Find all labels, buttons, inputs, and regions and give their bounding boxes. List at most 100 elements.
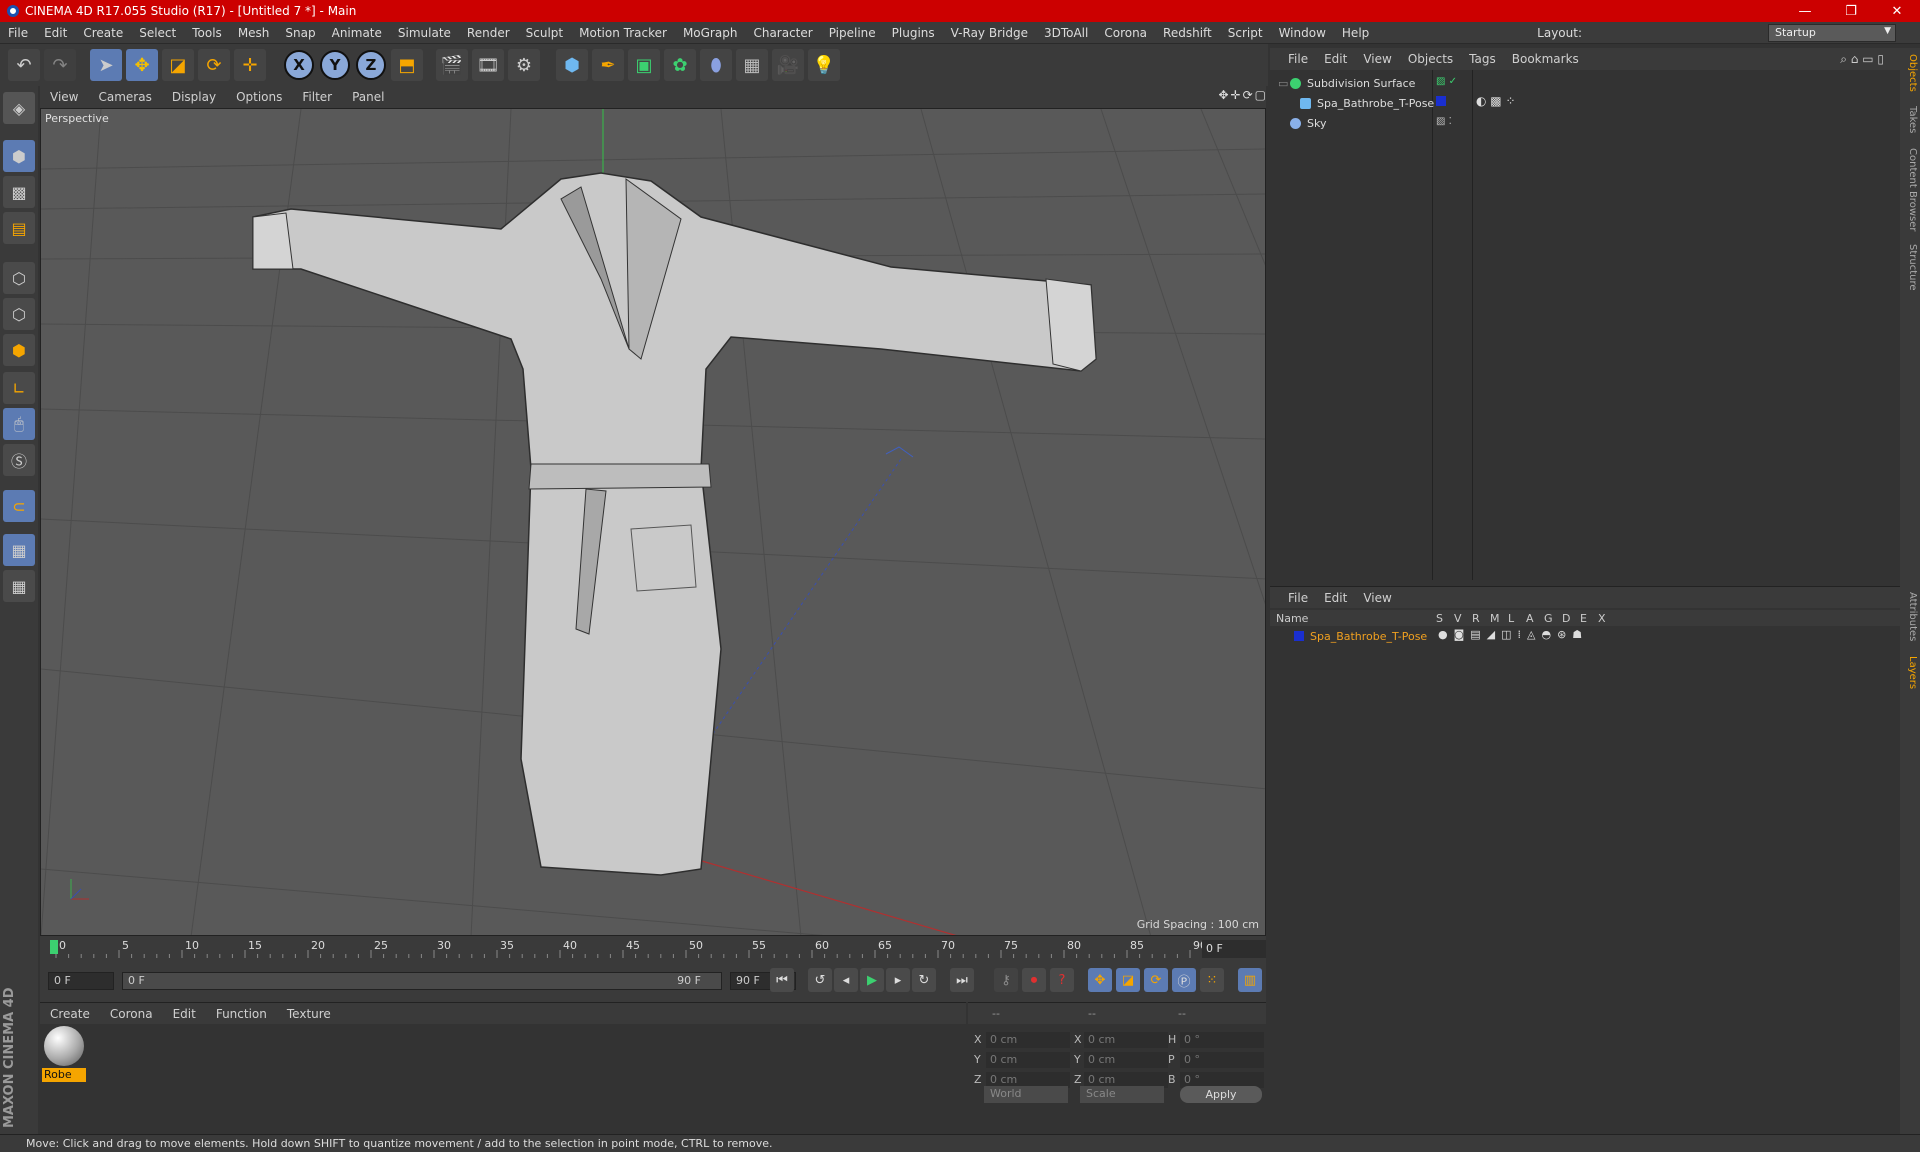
goto-next-key-button[interactable]: ↻	[912, 968, 936, 992]
object-menu-edit[interactable]: Edit	[1316, 52, 1355, 66]
viewport-menu-display[interactable]: Display	[162, 90, 226, 104]
current-frame-field[interactable]: 0 F	[1202, 940, 1266, 958]
layer-col-solo[interactable]: S	[1436, 612, 1443, 625]
menu-3dtoall[interactable]: 3DToAll	[1036, 26, 1096, 40]
material-menu-corona[interactable]: Corona	[100, 1007, 163, 1021]
material-menu-edit[interactable]: Edit	[163, 1007, 206, 1021]
layer-col-expressions[interactable]: E	[1580, 612, 1587, 625]
menu-redshift[interactable]: Redshift	[1155, 26, 1220, 40]
menu-plugins[interactable]: Plugins	[884, 26, 943, 40]
close-button[interactable]: ✕	[1874, 0, 1920, 22]
viewport-nav-icons[interactable]: ✥✛⟳▢	[1218, 88, 1268, 102]
layer-toggle-icons[interactable]: ●◙▤◢◫⁞◬◓⊛☗	[1438, 628, 1588, 641]
menu-help[interactable]: Help	[1334, 26, 1377, 40]
menu-mograph[interactable]: MoGraph	[675, 26, 746, 40]
material-menu-create[interactable]: Create	[40, 1007, 100, 1021]
layer-color-swatch[interactable]	[1294, 631, 1304, 641]
magnet-button[interactable]: ⊂	[3, 490, 35, 522]
layer-col-generators[interactable]: G	[1544, 612, 1553, 625]
x-axis-button[interactable]: X	[283, 49, 315, 81]
tab-takes[interactable]: Takes	[1902, 106, 1918, 133]
menu-file[interactable]: File	[0, 26, 36, 40]
maximize-button[interactable]: ❐	[1828, 0, 1874, 22]
layer-col-render[interactable]: R	[1472, 612, 1480, 625]
minimize-button[interactable]: —	[1782, 0, 1828, 22]
lock-workplane-button[interactable]: ▦	[3, 534, 35, 566]
menu-script[interactable]: Script	[1220, 26, 1271, 40]
menu-snap[interactable]: Snap	[277, 26, 323, 40]
layer-menu-edit[interactable]: Edit	[1316, 591, 1355, 605]
planar-workplane-button[interactable]: ▦	[3, 570, 35, 602]
menu-motion-tracker[interactable]: Motion Tracker	[571, 26, 675, 40]
viewport-menu-panel[interactable]: Panel	[342, 90, 394, 104]
perspective-viewport[interactable]: Perspective Grid Spacing : 100 cm	[40, 108, 1266, 936]
tab-attributes[interactable]: Attributes	[1902, 592, 1918, 641]
menu-vray-bridge[interactable]: V-Ray Bridge	[943, 26, 1036, 40]
position-y-field[interactable]: 0 cm	[986, 1052, 1070, 1068]
rotation-p-field[interactable]: 0 °	[1180, 1052, 1264, 1068]
keyframe-selection-button[interactable]: ?	[1050, 968, 1074, 992]
texture-mode-button[interactable]: ▩	[3, 176, 35, 208]
layer-row[interactable]: Spa_Bathrobe_T-Pose	[1276, 628, 1427, 644]
layer-col-xref[interactable]: X	[1598, 612, 1606, 625]
move-tool-button[interactable]: ✥	[126, 49, 158, 81]
add-deformer-button[interactable]: ⬮	[700, 49, 732, 81]
playhead-marker[interactable]	[50, 940, 58, 954]
timeline-ruler[interactable]: 0 5 10 15 20 25 30 35 40 45 50 55 60 65 …	[40, 936, 1266, 960]
material-tag-icon[interactable]: ◐ ▩ ⁘	[1476, 94, 1516, 108]
polygons-mode-button[interactable]: ⬢	[3, 334, 35, 366]
menu-edit[interactable]: Edit	[36, 26, 75, 40]
model-mode-button[interactable]: ⬢	[3, 140, 35, 172]
material-name-label[interactable]: Robe	[42, 1068, 86, 1082]
render-view-button[interactable]: 🎬	[436, 49, 468, 81]
key-parameter-button[interactable]: Ⓟ	[1172, 968, 1196, 992]
viewport-menu-options[interactable]: Options	[226, 90, 292, 104]
coordinate-system-button[interactable]: ⬒	[391, 49, 423, 81]
collapse-icon[interactable]: ▭	[1278, 77, 1290, 90]
size-mode-select[interactable]: Scale	[1080, 1086, 1164, 1103]
apply-button[interactable]: Apply	[1180, 1086, 1262, 1103]
layer-col-animation[interactable]: A	[1526, 612, 1534, 625]
add-array-button[interactable]: ✿	[664, 49, 696, 81]
menu-select[interactable]: Select	[131, 26, 184, 40]
menu-character[interactable]: Character	[745, 26, 820, 40]
key-position-button[interactable]: ✥	[1088, 968, 1112, 992]
key-pla-button[interactable]: ⁙	[1200, 968, 1224, 992]
size-x-field[interactable]: 0 cm	[1084, 1032, 1168, 1048]
viewport-menu-filter[interactable]: Filter	[292, 90, 342, 104]
menu-tools[interactable]: Tools	[184, 26, 230, 40]
goto-end-button[interactable]: ⏭	[950, 968, 974, 992]
layer-menu-view[interactable]: View	[1355, 591, 1399, 605]
menu-simulate[interactable]: Simulate	[390, 26, 459, 40]
snap-button[interactable]: Ⓢ	[3, 444, 35, 476]
menu-window[interactable]: Window	[1271, 26, 1334, 40]
axis-mode-button[interactable]: ∟	[3, 372, 35, 404]
add-cube-button[interactable]: ⬢	[556, 49, 588, 81]
edges-mode-button[interactable]: ⬡	[3, 298, 35, 330]
object-menu-file[interactable]: File	[1270, 52, 1316, 66]
layer-col-manager[interactable]: M	[1490, 612, 1500, 625]
object-row-sky[interactable]: Sky	[1278, 114, 1326, 132]
live-selection-button[interactable]: ➤	[90, 49, 122, 81]
object-row-bathrobe[interactable]: Spa_Bathrobe_T-Pose	[1300, 94, 1434, 112]
layout-select[interactable]: Startup ▼	[1768, 24, 1896, 42]
layer-col-view[interactable]: V	[1454, 612, 1462, 625]
rotate-tool-button[interactable]: ⟳	[198, 49, 230, 81]
menu-pipeline[interactable]: Pipeline	[821, 26, 884, 40]
prev-frame-button[interactable]: ◂	[834, 968, 858, 992]
points-mode-button[interactable]: ⬡	[3, 262, 35, 294]
checkmark-icon[interactable]: ▨ ✓	[1436, 76, 1457, 87]
menu-sculpt[interactable]: Sculpt	[518, 26, 571, 40]
transform-tool-button[interactable]: ✛	[234, 49, 266, 81]
undo-button[interactable]: ↶	[8, 49, 40, 81]
tab-objects[interactable]: Objects	[1902, 54, 1918, 92]
autokey-button[interactable]: ⏺	[1022, 968, 1046, 992]
add-camera-button[interactable]: 🎥	[772, 49, 804, 81]
layer-menu-file[interactable]: File	[1270, 591, 1316, 605]
object-menu-view[interactable]: View	[1355, 52, 1399, 66]
add-subdivision-button[interactable]: ▣	[628, 49, 660, 81]
tab-content-browser[interactable]: Content Browser	[1902, 148, 1918, 231]
object-menu-tags[interactable]: Tags	[1461, 52, 1504, 66]
start-frame-field[interactable]: 0 F	[48, 972, 114, 990]
goto-prev-key-button[interactable]: ↺	[808, 968, 832, 992]
